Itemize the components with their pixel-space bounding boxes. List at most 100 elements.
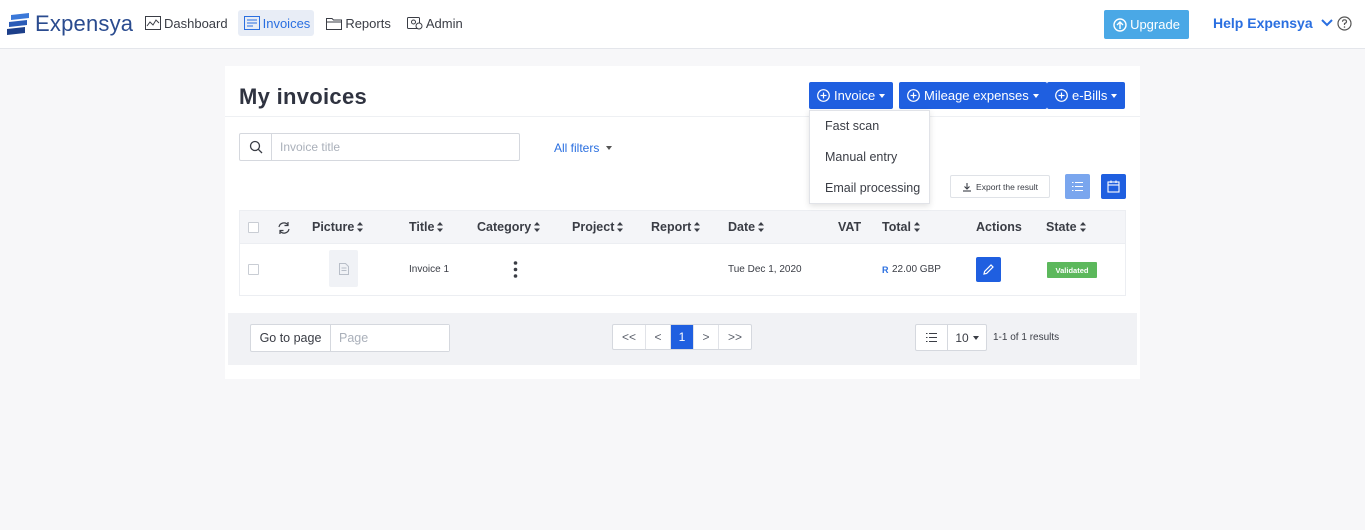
column-actions-label: Actions	[976, 220, 1022, 234]
column-actions: Actions	[976, 220, 1022, 234]
pencil-icon	[983, 264, 994, 275]
upgrade-button[interactable]: Upgrade	[1104, 10, 1189, 39]
admin-icon	[406, 17, 423, 30]
calendar-view-button[interactable]	[1101, 174, 1126, 199]
go-to-page: Go to page	[250, 324, 450, 352]
plus-circle-icon	[907, 89, 920, 102]
invoice-thumbnail[interactable]	[329, 250, 358, 287]
menu-item-fast-scan[interactable]: Fast scan	[810, 111, 929, 142]
sort-icon	[758, 222, 765, 232]
nav-dashboard-label: Dashboard	[164, 15, 228, 31]
list-icon	[926, 333, 937, 342]
prev-page-button[interactable]: <	[646, 325, 671, 349]
page-1-button[interactable]: 1	[671, 325, 694, 349]
column-date[interactable]: Date	[728, 220, 765, 234]
download-icon	[963, 182, 972, 192]
expensya-logo[interactable]: Expensya	[7, 11, 133, 37]
column-vat-label: VAT	[838, 220, 862, 234]
cell-total: 22.00 GBP	[892, 264, 941, 275]
column-project[interactable]: Project	[572, 220, 624, 234]
upgrade-arrow-icon	[1113, 17, 1127, 32]
search-input[interactable]	[272, 134, 512, 160]
header-row-divider	[240, 243, 1125, 244]
all-filters-toggle[interactable]: All filters	[554, 141, 613, 155]
column-title[interactable]: Title	[409, 220, 444, 234]
column-project-label: Project	[572, 220, 615, 234]
caret-down-icon	[1111, 93, 1118, 98]
last-page-button[interactable]: >>	[719, 325, 751, 349]
mileage-button-label: Mileage expenses	[924, 88, 1029, 103]
caret-down-icon	[606, 146, 613, 150]
pagination-bar: Go to page << < 1 > >> 10 1-1 of 1 resul…	[228, 313, 1137, 365]
more-vertical-icon[interactable]	[513, 261, 518, 278]
results-count: 1-1 of 1 results	[993, 332, 1060, 343]
all-filters-label: All filters	[554, 141, 600, 155]
page-size-number: 10	[955, 330, 969, 345]
nav-dashboard[interactable]: Dashboard	[139, 10, 232, 36]
nav-invoices[interactable]: Invoices	[237, 10, 315, 36]
nav-reports-label: Reports	[345, 15, 391, 31]
column-category[interactable]: Category	[477, 220, 541, 234]
column-total-label: Total	[882, 220, 911, 234]
column-report-label: Report	[651, 220, 692, 234]
column-total[interactable]: Total	[882, 220, 920, 234]
next-page-button[interactable]: >	[694, 325, 719, 349]
column-state[interactable]: State	[1046, 220, 1086, 234]
search-icon	[249, 140, 262, 154]
currency-symbol: R	[882, 265, 889, 275]
caret-down-icon	[972, 335, 979, 340]
select-all-checkbox[interactable]	[248, 222, 259, 233]
column-report[interactable]: Report	[651, 220, 701, 234]
plus-circle-icon	[817, 89, 830, 102]
pager: << < 1 > >>	[612, 324, 752, 350]
go-to-page-button[interactable]: Go to page	[251, 325, 331, 351]
page-size-icon-box	[916, 325, 948, 350]
first-page-button[interactable]: <<	[613, 325, 646, 349]
nav-reports[interactable]: Reports	[320, 10, 395, 36]
question-icon[interactable]	[1337, 16, 1352, 31]
add-invoice-button[interactable]: Invoice	[809, 82, 894, 109]
search-button[interactable]	[240, 134, 272, 160]
column-vat: VAT	[838, 220, 861, 234]
add-ebills-button[interactable]: e-Bills	[1047, 82, 1126, 109]
invoices-card: My invoices Invoice Mileage expenses e-B…	[225, 66, 1140, 379]
invoice-icon	[243, 16, 260, 30]
sort-icon	[1079, 222, 1086, 232]
column-title-label: Title	[409, 220, 435, 234]
table-header: Picture Title Category Project Report Da…	[240, 211, 1125, 243]
menu-item-email-processing[interactable]: Email processing	[810, 173, 929, 204]
sort-icon	[694, 222, 701, 232]
export-label: Export the result	[976, 181, 1038, 192]
main-nav: Dashboard Invoices Reports Admin	[139, 10, 473, 36]
row-checkbox[interactable]	[248, 264, 259, 275]
page-size-select[interactable]: 10	[915, 324, 987, 351]
page-number-input[interactable]	[331, 325, 449, 351]
list-view-button[interactable]	[1065, 174, 1090, 199]
plus-circle-icon	[1055, 89, 1068, 102]
column-date-label: Date	[728, 220, 756, 234]
document-icon	[338, 262, 349, 275]
cell-title: Invoice 1	[409, 264, 450, 275]
list-icon	[1072, 182, 1083, 191]
cell-date: Tue Dec 1, 2020	[728, 264, 802, 275]
menu-item-manual-entry[interactable]: Manual entry	[810, 142, 929, 173]
nav-admin[interactable]: Admin	[401, 10, 467, 36]
caret-down-icon	[879, 93, 886, 98]
refresh-icon[interactable]	[277, 221, 291, 235]
export-button[interactable]: Export the result	[950, 175, 1050, 198]
column-picture-label: Picture	[312, 220, 355, 234]
edit-button[interactable]	[976, 257, 1001, 282]
page-title: My invoices	[239, 84, 368, 109]
column-picture[interactable]: Picture	[312, 220, 364, 234]
add-mileage-button[interactable]: Mileage expenses	[899, 82, 1047, 109]
sort-icon	[437, 222, 444, 232]
folder-icon	[326, 18, 343, 30]
calendar-icon	[1107, 180, 1120, 193]
help-label: Help Expensya	[1213, 15, 1313, 31]
search-box	[239, 133, 520, 161]
caret-down-icon	[1032, 93, 1039, 98]
help-menu[interactable]: Help Expensya	[1213, 15, 1333, 31]
top-navbar: Expensya Dashboard Invoices Reports Admi…	[0, 0, 1365, 49]
sort-icon	[534, 222, 541, 232]
upgrade-label: Upgrade	[1130, 17, 1180, 32]
